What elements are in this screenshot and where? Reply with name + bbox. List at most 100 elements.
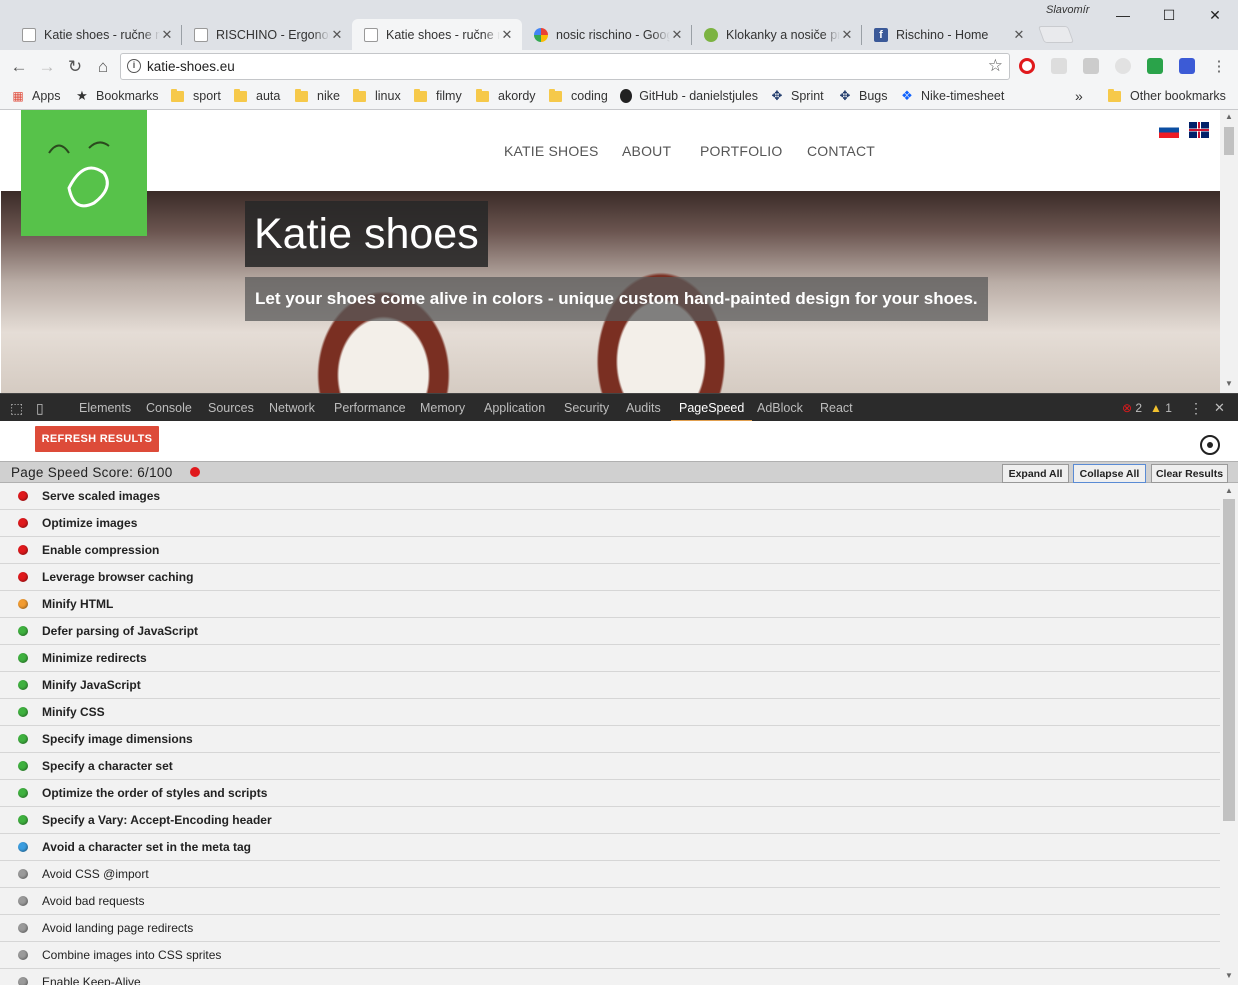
tab-4[interactable]: nosic rischino - Google Search ✕ bbox=[522, 19, 692, 50]
tab-6[interactable]: f Rischino - Home ✕ bbox=[862, 19, 1034, 50]
scroll-up-icon[interactable]: ▲ bbox=[1225, 112, 1233, 121]
menu-icon[interactable]: ⋮ bbox=[1208, 55, 1230, 77]
site-logo[interactable] bbox=[21, 110, 147, 236]
devtools-tab-audits[interactable]: Audits bbox=[626, 394, 661, 422]
profile-name[interactable]: Slavomír bbox=[1046, 4, 1089, 16]
bookmark-folder-coding[interactable]: coding bbox=[549, 83, 608, 109]
extension-icon[interactable] bbox=[1179, 58, 1195, 74]
bookmark-folder-akordy[interactable]: akordy bbox=[476, 83, 536, 109]
rule-row[interactable]: Defer parsing of JavaScript bbox=[0, 618, 1220, 645]
uk-flag-icon[interactable] bbox=[1189, 122, 1209, 138]
close-icon[interactable]: ✕ bbox=[1012, 27, 1026, 43]
close-icon[interactable]: ✕ bbox=[160, 27, 174, 43]
devtools-tab-console[interactable]: Console bbox=[146, 394, 192, 422]
close-icon[interactable]: ✕ bbox=[500, 27, 514, 43]
new-tab-button[interactable] bbox=[1037, 26, 1075, 43]
scroll-down-icon[interactable]: ▼ bbox=[1225, 379, 1233, 388]
devtools-tab-sources[interactable]: Sources bbox=[208, 394, 254, 422]
bookmark-bookmarks[interactable]: ★ Bookmarks bbox=[75, 83, 158, 109]
devtools-tab-memory[interactable]: Memory bbox=[420, 394, 465, 422]
scrollbar-thumb[interactable] bbox=[1223, 499, 1235, 821]
scroll-down-icon[interactable]: ▼ bbox=[1225, 971, 1233, 980]
devtools-menu-icon[interactable]: ⋮ bbox=[1189, 394, 1203, 422]
rule-row[interactable]: Avoid bad requests bbox=[0, 888, 1220, 915]
expand-all-button[interactable]: Expand All bbox=[1002, 464, 1069, 483]
bookmark-folder-auta[interactable]: auta bbox=[234, 83, 280, 109]
tab-1[interactable]: Katie shoes - ručne maľované topánky ✕ bbox=[10, 19, 182, 50]
rule-row[interactable]: Optimize images bbox=[0, 510, 1220, 537]
rule-row[interactable]: Minimize redirects bbox=[0, 645, 1220, 672]
bookmarks-overflow-chevron[interactable]: » bbox=[1075, 83, 1083, 109]
tab-5[interactable]: Klokanky a nosiče pre deti ✕ bbox=[692, 19, 862, 50]
devtools-close-icon[interactable]: ✕ bbox=[1214, 394, 1225, 422]
window-close-icon[interactable]: ✕ bbox=[1192, 0, 1238, 30]
refresh-results-button[interactable]: REFRESH RESULTS bbox=[35, 426, 159, 452]
home-icon[interactable]: ⌂ bbox=[92, 56, 114, 78]
bookmark-star-icon[interactable]: ☆ bbox=[988, 56, 1003, 76]
maximize-icon[interactable]: ☐ bbox=[1146, 0, 1192, 30]
rule-row[interactable]: Specify a character set bbox=[0, 753, 1220, 780]
info-icon[interactable]: i bbox=[127, 59, 141, 73]
bookmark-folder-sport[interactable]: sport bbox=[171, 83, 221, 109]
warning-count[interactable]: ▲ 1 bbox=[1150, 394, 1172, 422]
rule-row[interactable]: Enable compression bbox=[0, 537, 1220, 564]
opera-icon[interactable] bbox=[1019, 58, 1035, 74]
extension-icon[interactable] bbox=[1115, 58, 1131, 74]
bookmark-bugs[interactable]: ✥ Bugs bbox=[838, 83, 888, 109]
nav-about[interactable]: ABOUT bbox=[622, 143, 671, 159]
minimize-icon[interactable]: — bbox=[1100, 0, 1146, 30]
slovak-flag-icon[interactable] bbox=[1159, 122, 1179, 138]
bookmark-folder-nike[interactable]: nike bbox=[295, 83, 340, 109]
devtools-tab-network[interactable]: Network bbox=[269, 394, 315, 422]
rule-row[interactable]: Avoid landing page redirects bbox=[0, 915, 1220, 942]
bookmark-sprint[interactable]: ✥ Sprint bbox=[770, 83, 824, 109]
devtools-tab-react[interactable]: React bbox=[820, 394, 853, 422]
devtools-tab-application[interactable]: Application bbox=[484, 394, 545, 422]
back-icon[interactable]: ← bbox=[8, 56, 30, 78]
bookmark-other[interactable]: Other bookmarks bbox=[1108, 83, 1226, 109]
devtools-tab-security[interactable]: Security bbox=[564, 394, 609, 422]
clear-results-button[interactable]: Clear Results bbox=[1151, 464, 1228, 483]
rule-row[interactable]: Optimize the order of styles and scripts bbox=[0, 780, 1220, 807]
settings-gear-icon[interactable] bbox=[1200, 435, 1220, 455]
bookmark-nike-timesheet[interactable]: ❖ Nike-timesheet bbox=[900, 83, 1004, 109]
rule-row[interactable]: Combine images into CSS sprites bbox=[0, 942, 1220, 969]
devtools-tab-pagespeed[interactable]: PageSpeed bbox=[671, 394, 753, 422]
reload-icon[interactable]: ↻ bbox=[64, 56, 86, 78]
close-icon[interactable]: ✕ bbox=[670, 27, 684, 43]
bookmark-github[interactable]: GitHub - danielstjules bbox=[620, 83, 758, 109]
extension-icon[interactable] bbox=[1083, 58, 1099, 74]
rule-row[interactable]: Serve scaled images bbox=[0, 483, 1220, 510]
collapse-all-button[interactable]: Collapse All bbox=[1073, 464, 1146, 483]
scroll-up-icon[interactable]: ▲ bbox=[1225, 486, 1233, 495]
tab-3-active[interactable]: Katie shoes - ručne maľované topánky ✕ bbox=[352, 19, 522, 50]
rule-row[interactable]: Leverage browser caching bbox=[0, 564, 1220, 591]
extension-icon[interactable] bbox=[1051, 58, 1067, 74]
nav-contact[interactable]: CONTACT bbox=[807, 143, 875, 159]
error-count[interactable]: ⊗ 2 bbox=[1122, 394, 1142, 422]
address-bar[interactable]: i katie-shoes.eu ☆ bbox=[120, 53, 1010, 80]
tab-2[interactable]: RISCHINO - Ergonomické nosiče ✕ bbox=[182, 19, 352, 50]
rule-row[interactable]: Specify image dimensions bbox=[0, 726, 1220, 753]
rule-row[interactable]: Enable Keep-Alive bbox=[0, 969, 1220, 985]
rules-scrollbar[interactable]: ▲ ▼ bbox=[1220, 483, 1238, 985]
bookmark-folder-filmy[interactable]: filmy bbox=[414, 83, 462, 109]
inspect-element-icon[interactable]: ⬚ bbox=[10, 394, 26, 422]
nav-katie-shoes[interactable]: KATIE SHOES bbox=[504, 143, 599, 159]
bookmark-apps[interactable]: ▦ Apps bbox=[11, 83, 60, 109]
rule-row[interactable]: Avoid a character set in the meta tag bbox=[0, 834, 1220, 861]
device-toolbar-icon[interactable]: ▯ bbox=[36, 394, 52, 422]
close-icon[interactable]: ✕ bbox=[330, 27, 344, 43]
beta-extension-icon[interactable] bbox=[1147, 58, 1163, 74]
close-icon[interactable]: ✕ bbox=[840, 27, 854, 43]
forward-icon[interactable]: → bbox=[36, 56, 58, 78]
devtools-tab-elements[interactable]: Elements bbox=[79, 394, 131, 422]
devtools-tab-adblock[interactable]: AdBlock bbox=[757, 394, 803, 422]
nav-portfolio[interactable]: PORTFOLIO bbox=[700, 143, 782, 159]
rule-row[interactable]: Minify JavaScript bbox=[0, 672, 1220, 699]
devtools-tab-performance[interactable]: Performance bbox=[334, 394, 406, 422]
page-scrollbar[interactable]: ▲ ▼ bbox=[1220, 110, 1238, 393]
bookmark-folder-linux[interactable]: linux bbox=[353, 83, 401, 109]
rule-row[interactable]: Avoid CSS @import bbox=[0, 861, 1220, 888]
rule-row[interactable]: Minify CSS bbox=[0, 699, 1220, 726]
